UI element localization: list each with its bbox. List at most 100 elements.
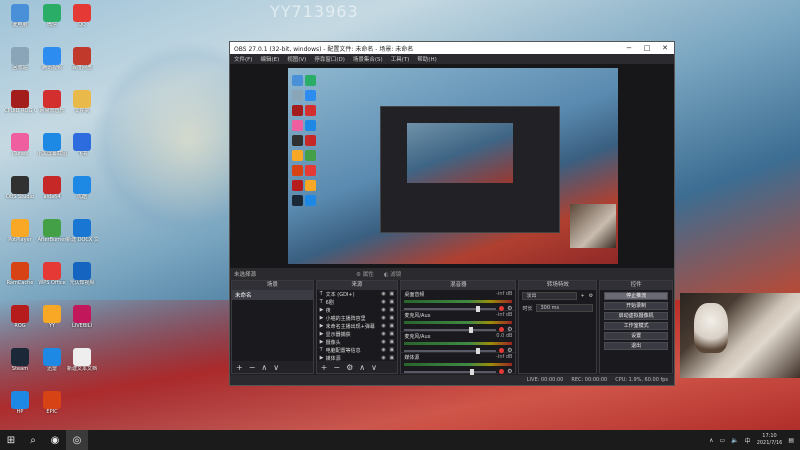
source-item[interactable]: T 文本 (GDI+) ◉ ▣: [317, 290, 398, 298]
source-item[interactable]: ▶ 未命名主播出现+弹幕 ◉ ▣: [317, 322, 398, 330]
desktop-icon[interactable]: 微信: [36, 4, 68, 28]
desktop-icon[interactable]: OBS Studio: [4, 176, 36, 200]
desktop-icon[interactable]: ROG: [4, 305, 36, 329]
notification-icon[interactable]: ▤: [788, 437, 794, 444]
search-icon[interactable]: ⌕: [22, 430, 44, 450]
remove-icon[interactable]: −: [249, 363, 256, 372]
desktop-icon[interactable]: 文件夹: [66, 90, 98, 114]
visibility-icon[interactable]: ◉: [381, 331, 389, 337]
start-icon[interactable]: ⊞: [0, 430, 22, 450]
remove-icon[interactable]: −: [333, 363, 340, 372]
volume-slider[interactable]: [404, 368, 497, 375]
obs-window[interactable]: OBS 27.0.1 (32-bit, windows) - 配置文件: 未命名…: [229, 41, 675, 386]
desktop-icon[interactable]: 小黑屏幕截图: [36, 133, 68, 157]
control-button[interactable]: 停止推流: [604, 292, 668, 300]
desktop-icon[interactable]: YY: [36, 305, 68, 329]
slider-knob[interactable]: [468, 326, 473, 333]
obs-titlebar[interactable]: OBS 27.0.1 (32-bit, windows) - 配置文件: 未命名…: [230, 42, 674, 54]
volume-slider[interactable]: [404, 305, 497, 312]
menu-item[interactable]: 帮助(H): [417, 55, 436, 63]
desktop-icon[interactable]: LIVEBILI: [66, 305, 98, 329]
visibility-icon[interactable]: ◉: [381, 347, 389, 353]
source-item[interactable]: ▶ 显示器捕获 ◉ ▣: [317, 330, 398, 338]
menu-item[interactable]: 场景集合(S): [353, 55, 383, 63]
visibility-icon[interactable]: ◉: [381, 291, 389, 297]
scene-item[interactable]: 未命名: [232, 290, 313, 300]
volume-slider[interactable]: [404, 347, 497, 354]
source-item[interactable]: ▶ 小喵的主播阵容里 ◉ ▣: [317, 314, 398, 322]
up-icon[interactable]: ∧: [359, 363, 365, 372]
control-button[interactable]: 设置: [604, 332, 668, 340]
down-icon[interactable]: ∨: [371, 363, 377, 372]
obs-taskbar-icon[interactable]: ◎: [66, 430, 88, 450]
gear-icon[interactable]: ⚙: [507, 368, 512, 375]
menu-item[interactable]: 编辑(E): [260, 55, 279, 63]
desktop-icon[interactable]: 百度网盘: [66, 47, 98, 71]
up-icon[interactable]: ∧: [261, 363, 267, 372]
desktop-icon[interactable]: AfterBurner: [36, 219, 68, 243]
gear-icon[interactable]: ⚙: [507, 326, 512, 333]
add-icon[interactable]: +: [321, 363, 328, 372]
visibility-icon[interactable]: ◉: [381, 339, 389, 345]
gear-icon[interactable]: ⚙: [346, 363, 353, 372]
desktop-icon[interactable]: aida64: [36, 176, 68, 200]
desktop-icon[interactable]: 优酷: [66, 176, 98, 200]
desktop-icon[interactable]: 回收站: [4, 47, 36, 71]
lock-icon[interactable]: ▣: [389, 291, 397, 297]
source-item[interactable]: ▶ 夜 ◉ ▣: [317, 306, 398, 314]
slider-knob[interactable]: [475, 305, 480, 312]
control-button[interactable]: 开始录制: [604, 302, 668, 310]
minimize-icon[interactable]: −: [620, 44, 638, 52]
desktop-icon[interactable]: RamCache: [4, 262, 36, 286]
desktop-icon[interactable]: iTunes: [4, 133, 36, 157]
control-button[interactable]: 退出: [604, 342, 668, 350]
desktop-icon[interactable]: 新建 DOCX 文档: [66, 219, 98, 243]
clock[interactable]: 17:10 2021/7/16: [757, 433, 783, 447]
visibility-icon[interactable]: ◉: [381, 307, 389, 313]
lock-icon[interactable]: ▣: [389, 339, 397, 345]
desktop-icon[interactable]: WPS Office: [36, 262, 68, 286]
close-icon[interactable]: ✕: [656, 44, 674, 52]
lock-icon[interactable]: ▣: [389, 315, 397, 321]
slider-knob[interactable]: [470, 368, 475, 375]
desktop-icon[interactable]: QQ: [66, 4, 98, 28]
add-icon[interactable]: +: [236, 363, 243, 372]
add-icon[interactable]: +: [581, 293, 585, 299]
transition-type-select[interactable]: 淡出: [522, 292, 577, 300]
desktop-icon[interactable]: 此电脑: [4, 4, 36, 28]
slider-knob[interactable]: [475, 347, 480, 354]
volume-icon[interactable]: 🔈: [731, 437, 738, 444]
menu-item[interactable]: 文件(F): [234, 55, 252, 63]
desktop-icon[interactable]: 腾讯视频: [36, 47, 68, 71]
network-icon[interactable]: ▭: [720, 437, 726, 444]
lock-icon[interactable]: ▣: [389, 307, 397, 313]
properties-button[interactable]: ⚙ 属性: [356, 270, 374, 278]
maximize-icon[interactable]: □: [638, 44, 656, 52]
menu-item[interactable]: 停靠窗口(D): [314, 55, 345, 63]
lock-icon[interactable]: ▣: [389, 299, 397, 305]
source-item[interactable]: T 6剧 ◉ ▣: [317, 298, 398, 306]
visibility-icon[interactable]: ◉: [381, 299, 389, 305]
control-button[interactable]: 启动虚拟摄像机: [604, 312, 668, 320]
down-icon[interactable]: ∨: [273, 363, 279, 372]
source-item[interactable]: T 电脑配置等信息 ◉ ▣: [317, 346, 398, 354]
obs-preview[interactable]: [230, 64, 674, 268]
source-item[interactable]: ▶ 摄像头 ◉ ▣: [317, 338, 398, 346]
gear-icon[interactable]: ⚙: [589, 293, 593, 299]
tray-expand-icon[interactable]: ∧: [709, 437, 713, 444]
desktop-icon[interactable]: CPUID ROG CPU-Z: [4, 90, 36, 114]
chrome-icon[interactable]: ◉: [44, 430, 66, 450]
desktop-icon[interactable]: Steam: [4, 348, 36, 372]
duration-input[interactable]: 300 ms: [536, 304, 594, 312]
lock-icon[interactable]: ▣: [389, 331, 397, 337]
mute-icon[interactable]: [499, 369, 505, 374]
visibility-icon[interactable]: ◉: [381, 323, 389, 329]
volume-slider[interactable]: [404, 326, 497, 333]
lock-icon[interactable]: ▣: [389, 323, 397, 329]
control-button[interactable]: 工作室模式: [604, 322, 668, 330]
desktop-icon[interactable]: 迅雷: [36, 348, 68, 372]
desktop-icon[interactable]: PotPlayer: [4, 219, 36, 243]
desktop-icon[interactable]: 网易云音乐: [36, 90, 68, 114]
menu-item[interactable]: 视图(V): [287, 55, 306, 63]
lock-icon[interactable]: ▣: [389, 347, 397, 353]
